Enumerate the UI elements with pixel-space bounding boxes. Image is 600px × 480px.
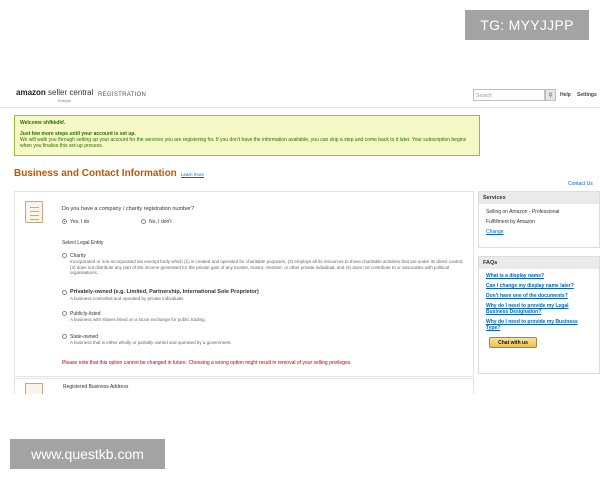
learn-more-link[interactable]: Learn more	[181, 172, 204, 177]
publicly-listed-radio[interactable]	[62, 311, 67, 316]
state-owned-radio[interactable]	[62, 334, 67, 339]
legal-entity-warning: Please note that this option cannot be c…	[62, 360, 352, 366]
watermark-top: TG: MYYJJPP	[465, 10, 589, 40]
no-label[interactable]: No, I don't	[149, 219, 172, 225]
registration-label: REGISTRATION	[98, 92, 147, 98]
privately-owned-option-title[interactable]: Privately-owned (e.g. Limited, Partnersh…	[70, 289, 259, 295]
faq-link[interactable]: Can I change my display name later?	[479, 283, 599, 289]
faq-link[interactable]: What is a display name?	[479, 273, 599, 279]
registration-number-question: Do you have a company / charity registra…	[62, 206, 195, 212]
registered-address-panel: Registered Business Address	[14, 378, 474, 394]
charity-option-desc: Incorporated or non-incorporated tax exe…	[70, 259, 464, 275]
help-link[interactable]: Help	[560, 92, 571, 98]
yes-radio[interactable]	[62, 219, 67, 224]
no-radio[interactable]	[141, 219, 146, 224]
service-item: Selling on Amazon - Professional	[486, 209, 560, 215]
search-button[interactable]: ⚲	[545, 89, 556, 101]
privately-owned-option-desc: A business controlled and operated by pr…	[70, 296, 184, 301]
chat-with-us-button[interactable]: Chat with us	[489, 337, 537, 348]
publicly-listed-option-desc: A business with shares listed on a stock…	[70, 317, 206, 322]
faq-link[interactable]: Don't have one of the documents?	[479, 293, 599, 299]
logo-seller-central-text: seller central	[48, 88, 94, 97]
address-icon	[25, 383, 43, 394]
welcome-title: Welcome shfkkdkf.	[20, 120, 66, 126]
logo-amazon-text: amazon	[16, 88, 46, 97]
document-icon	[25, 201, 43, 223]
change-services-link[interactable]: Change	[479, 227, 599, 237]
charity-radio[interactable]	[62, 253, 67, 258]
services-sidebar: Services Selling on Amazon - Professiona…	[478, 191, 600, 248]
settings-link[interactable]: Settings	[577, 92, 597, 98]
registered-address-heading: Registered Business Address	[63, 384, 129, 390]
page-title: Business and Contact Information	[14, 168, 177, 179]
welcome-banner: Welcome shfkkdkf. Just few more steps un…	[14, 115, 480, 156]
browser-screenshot: amazon seller central Europe REGISTRATIO…	[0, 84, 600, 394]
watermark-bottom: www.questkb.com	[10, 439, 165, 469]
yes-label[interactable]: Yes, I do	[70, 219, 89, 225]
faqs-heading: FAQs	[479, 257, 599, 269]
search-input[interactable]: Search	[473, 89, 545, 101]
logo-region-text: Europe	[58, 98, 71, 103]
search-icon: ⚲	[548, 92, 553, 99]
service-item: Fulfillment by Amazon	[486, 219, 535, 225]
seller-central-header: amazon seller central Europe REGISTRATIO…	[0, 84, 600, 108]
state-owned-option-desc: A business that is either wholly or part…	[70, 340, 232, 345]
business-info-panel: Do you have a company / charity registra…	[14, 191, 474, 377]
faq-link[interactable]: Why do I need to provide my Business Typ…	[479, 319, 599, 331]
faqs-sidebar: FAQs What is a display name? Can I chang…	[478, 256, 600, 374]
contact-us-link[interactable]: Contact Us	[568, 181, 593, 187]
services-heading: Services	[479, 192, 599, 204]
welcome-line-2: We will walk you through setting up your…	[20, 137, 467, 149]
amazon-seller-central-logo[interactable]: amazon seller central	[16, 89, 93, 97]
privately-owned-radio[interactable]	[62, 290, 67, 295]
faq-link[interactable]: Why do I need to provide my Legal Busine…	[479, 303, 599, 315]
select-legal-entity-heading: Select Legal Entity	[62, 240, 104, 246]
